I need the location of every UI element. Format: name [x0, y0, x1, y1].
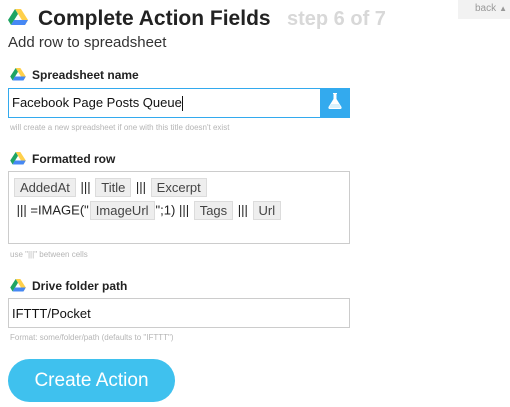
spreadsheet-name-hint: will create a new spreadsheet if one wit…: [10, 123, 230, 132]
up-arrow-icon: ▲: [499, 4, 507, 13]
spreadsheet-name-label: Spreadsheet name: [10, 67, 139, 82]
google-drive-icon: [10, 278, 26, 293]
drive-folder-path-label: Drive folder path: [10, 278, 127, 293]
drive-folder-path-input[interactable]: IFTTT/Pocket: [8, 298, 350, 328]
page-title: Complete Action Fields: [38, 7, 271, 30]
back-button[interactable]: back ▲: [458, 0, 510, 19]
row-literal-text: |||: [234, 202, 252, 218]
google-drive-icon: [10, 151, 26, 166]
ingredient-token[interactable]: Tags: [193, 201, 234, 221]
spreadsheet-name-input[interactable]: Facebook Page Posts Queue: [8, 88, 321, 118]
ingredient-token[interactable]: Url: [252, 201, 282, 221]
ingredient-token[interactable]: Excerpt: [150, 178, 207, 198]
create-action-button[interactable]: Create Action: [8, 359, 175, 402]
ingredient-token[interactable]: Title: [95, 178, 132, 198]
step-indicator: step 6 of 7: [287, 8, 386, 30]
header: Complete Action Fields step 6 of 7: [8, 6, 448, 32]
ingredient-token[interactable]: ImageUrl: [89, 201, 155, 221]
row-literal-text: ";1) |||: [155, 202, 193, 218]
google-drive-icon: [10, 67, 26, 82]
google-drive-icon: [8, 9, 28, 27]
row-literal-text: |||: [76, 179, 95, 195]
formatted-row-hint: use "|||" between cells: [10, 250, 88, 259]
drive-folder-path-value: IFTTT/Pocket: [12, 306, 91, 321]
ingredient-token[interactable]: AddedAt: [14, 178, 76, 198]
text-cursor: [181, 96, 183, 112]
row-literal-text: |||: [132, 179, 150, 195]
ingredients-button[interactable]: [320, 88, 350, 118]
row-literal-text: ||| =IMAGE(": [13, 202, 89, 218]
action-subtitle: Add row to spreadsheet: [8, 34, 167, 51]
back-label: back: [475, 3, 497, 14]
formatted-row-label: Formatted row: [10, 151, 115, 166]
flask-icon: [328, 92, 342, 114]
formatted-row-input[interactable]: AddedAt ||| Title ||| Excerpt ||| =IMAGE…: [8, 171, 350, 244]
spreadsheet-name-value: Facebook Page Posts Queue: [12, 95, 182, 110]
drive-folder-path-hint: Format: some/folder/path (defaults to "I…: [10, 333, 174, 342]
